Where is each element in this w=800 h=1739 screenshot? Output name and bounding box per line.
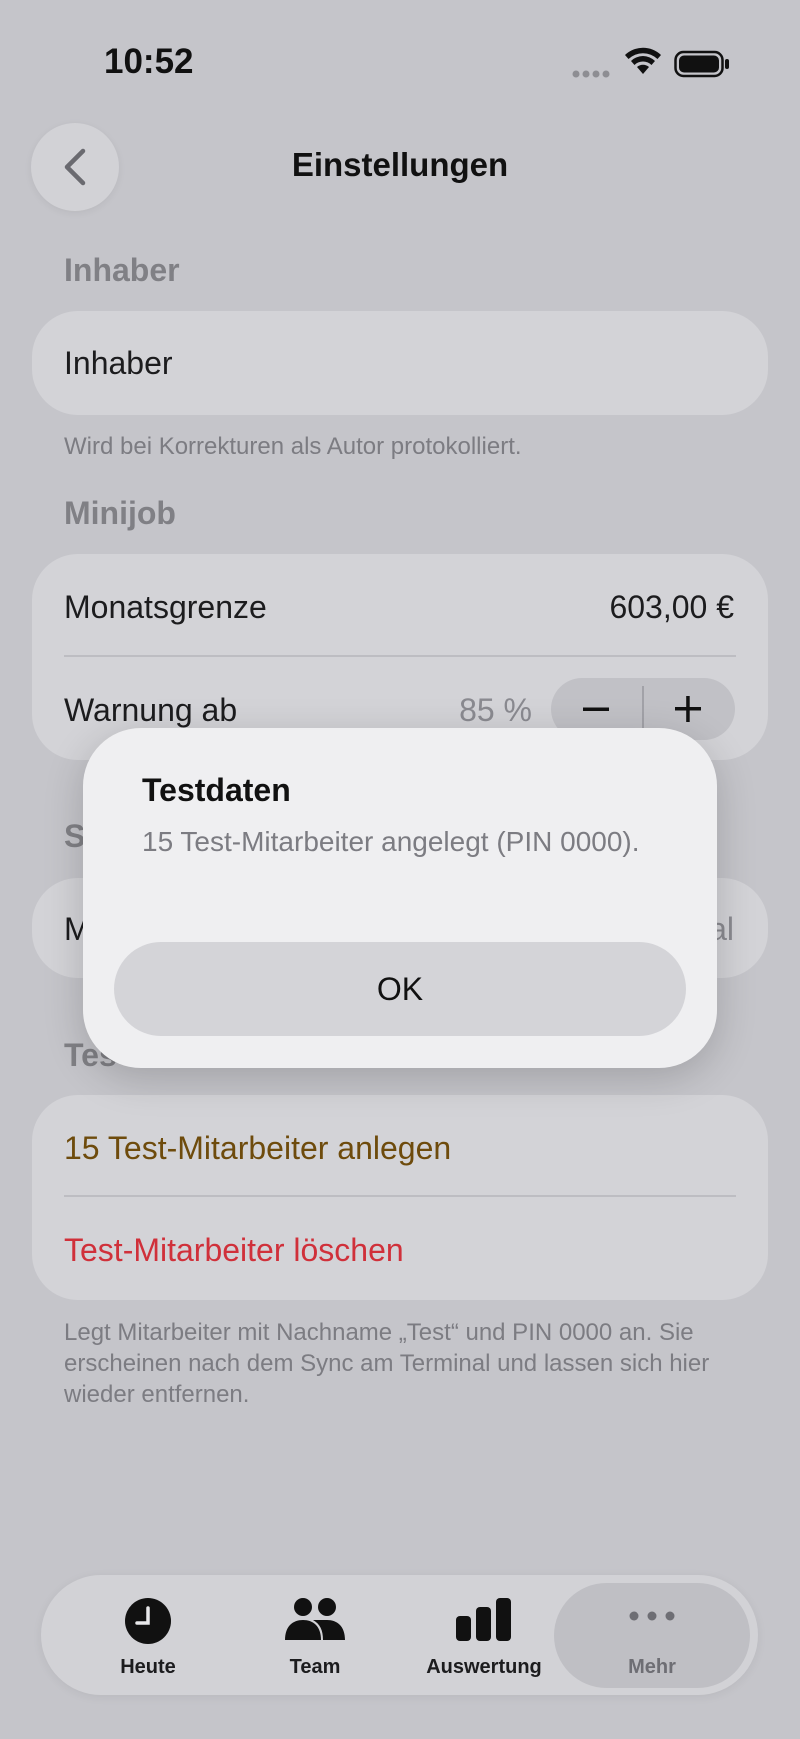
minus-icon[interactable]	[581, 697, 611, 721]
clock-icon	[125, 1598, 171, 1644]
alert-ok-button[interactable]: OK	[114, 942, 686, 1036]
section-header-owner: Inhaber	[64, 252, 180, 288]
owner-name-value: Inhaber	[64, 345, 173, 381]
tab-heute[interactable]: Heute	[73, 1590, 223, 1682]
tab-label: Heute	[120, 1656, 176, 1678]
divider	[64, 1195, 736, 1197]
alert-message: 15 Test-Mitarbeiter angelegt (PIN 0000).	[142, 826, 640, 857]
people-icon	[285, 1598, 345, 1640]
warning-threshold-label: Warnung ab	[64, 692, 238, 728]
ellipsis-icon	[629, 1611, 675, 1621]
test-footnote: Legt Mitarbeiter mit Nachname „Test“ und…	[64, 1319, 710, 1408]
alert-title: Testdaten	[142, 772, 291, 808]
wifi-icon	[625, 47, 661, 74]
monthly-limit-label: Monatsgrenze	[64, 589, 267, 625]
owner-footnote: Wird bei Korrekturen als Autor protokoll…	[64, 433, 522, 460]
warning-threshold-value: 85 %	[459, 692, 532, 728]
monthly-limit-value[interactable]: 603,00 €	[609, 589, 734, 626]
chart-bars-icon	[456, 1598, 511, 1641]
cellular-signal-icon	[572, 70, 610, 78]
test-group	[32, 1095, 768, 1300]
create-test-employees-button[interactable]: 15 Test-Mitarbeiter anlegen	[64, 1130, 451, 1167]
delete-test-employees-button[interactable]: Test-Mitarbeiter löschen	[64, 1232, 404, 1269]
tab-team[interactable]: Team	[240, 1590, 390, 1682]
tab-label: Mehr	[628, 1656, 676, 1678]
battery-icon	[674, 50, 729, 78]
tab-mehr[interactable]: Mehr	[577, 1590, 727, 1682]
divider	[64, 655, 736, 657]
page-title: Einstellungen	[291, 146, 509, 183]
section-header-minijob: Minijob	[64, 495, 176, 531]
tab-auswertung[interactable]: Auswertung	[409, 1590, 559, 1682]
tab-label: Team	[289, 1656, 341, 1678]
plus-icon[interactable]	[673, 694, 703, 724]
status-time: 10:52	[104, 42, 194, 81]
tab-label: Auswertung	[426, 1656, 542, 1678]
